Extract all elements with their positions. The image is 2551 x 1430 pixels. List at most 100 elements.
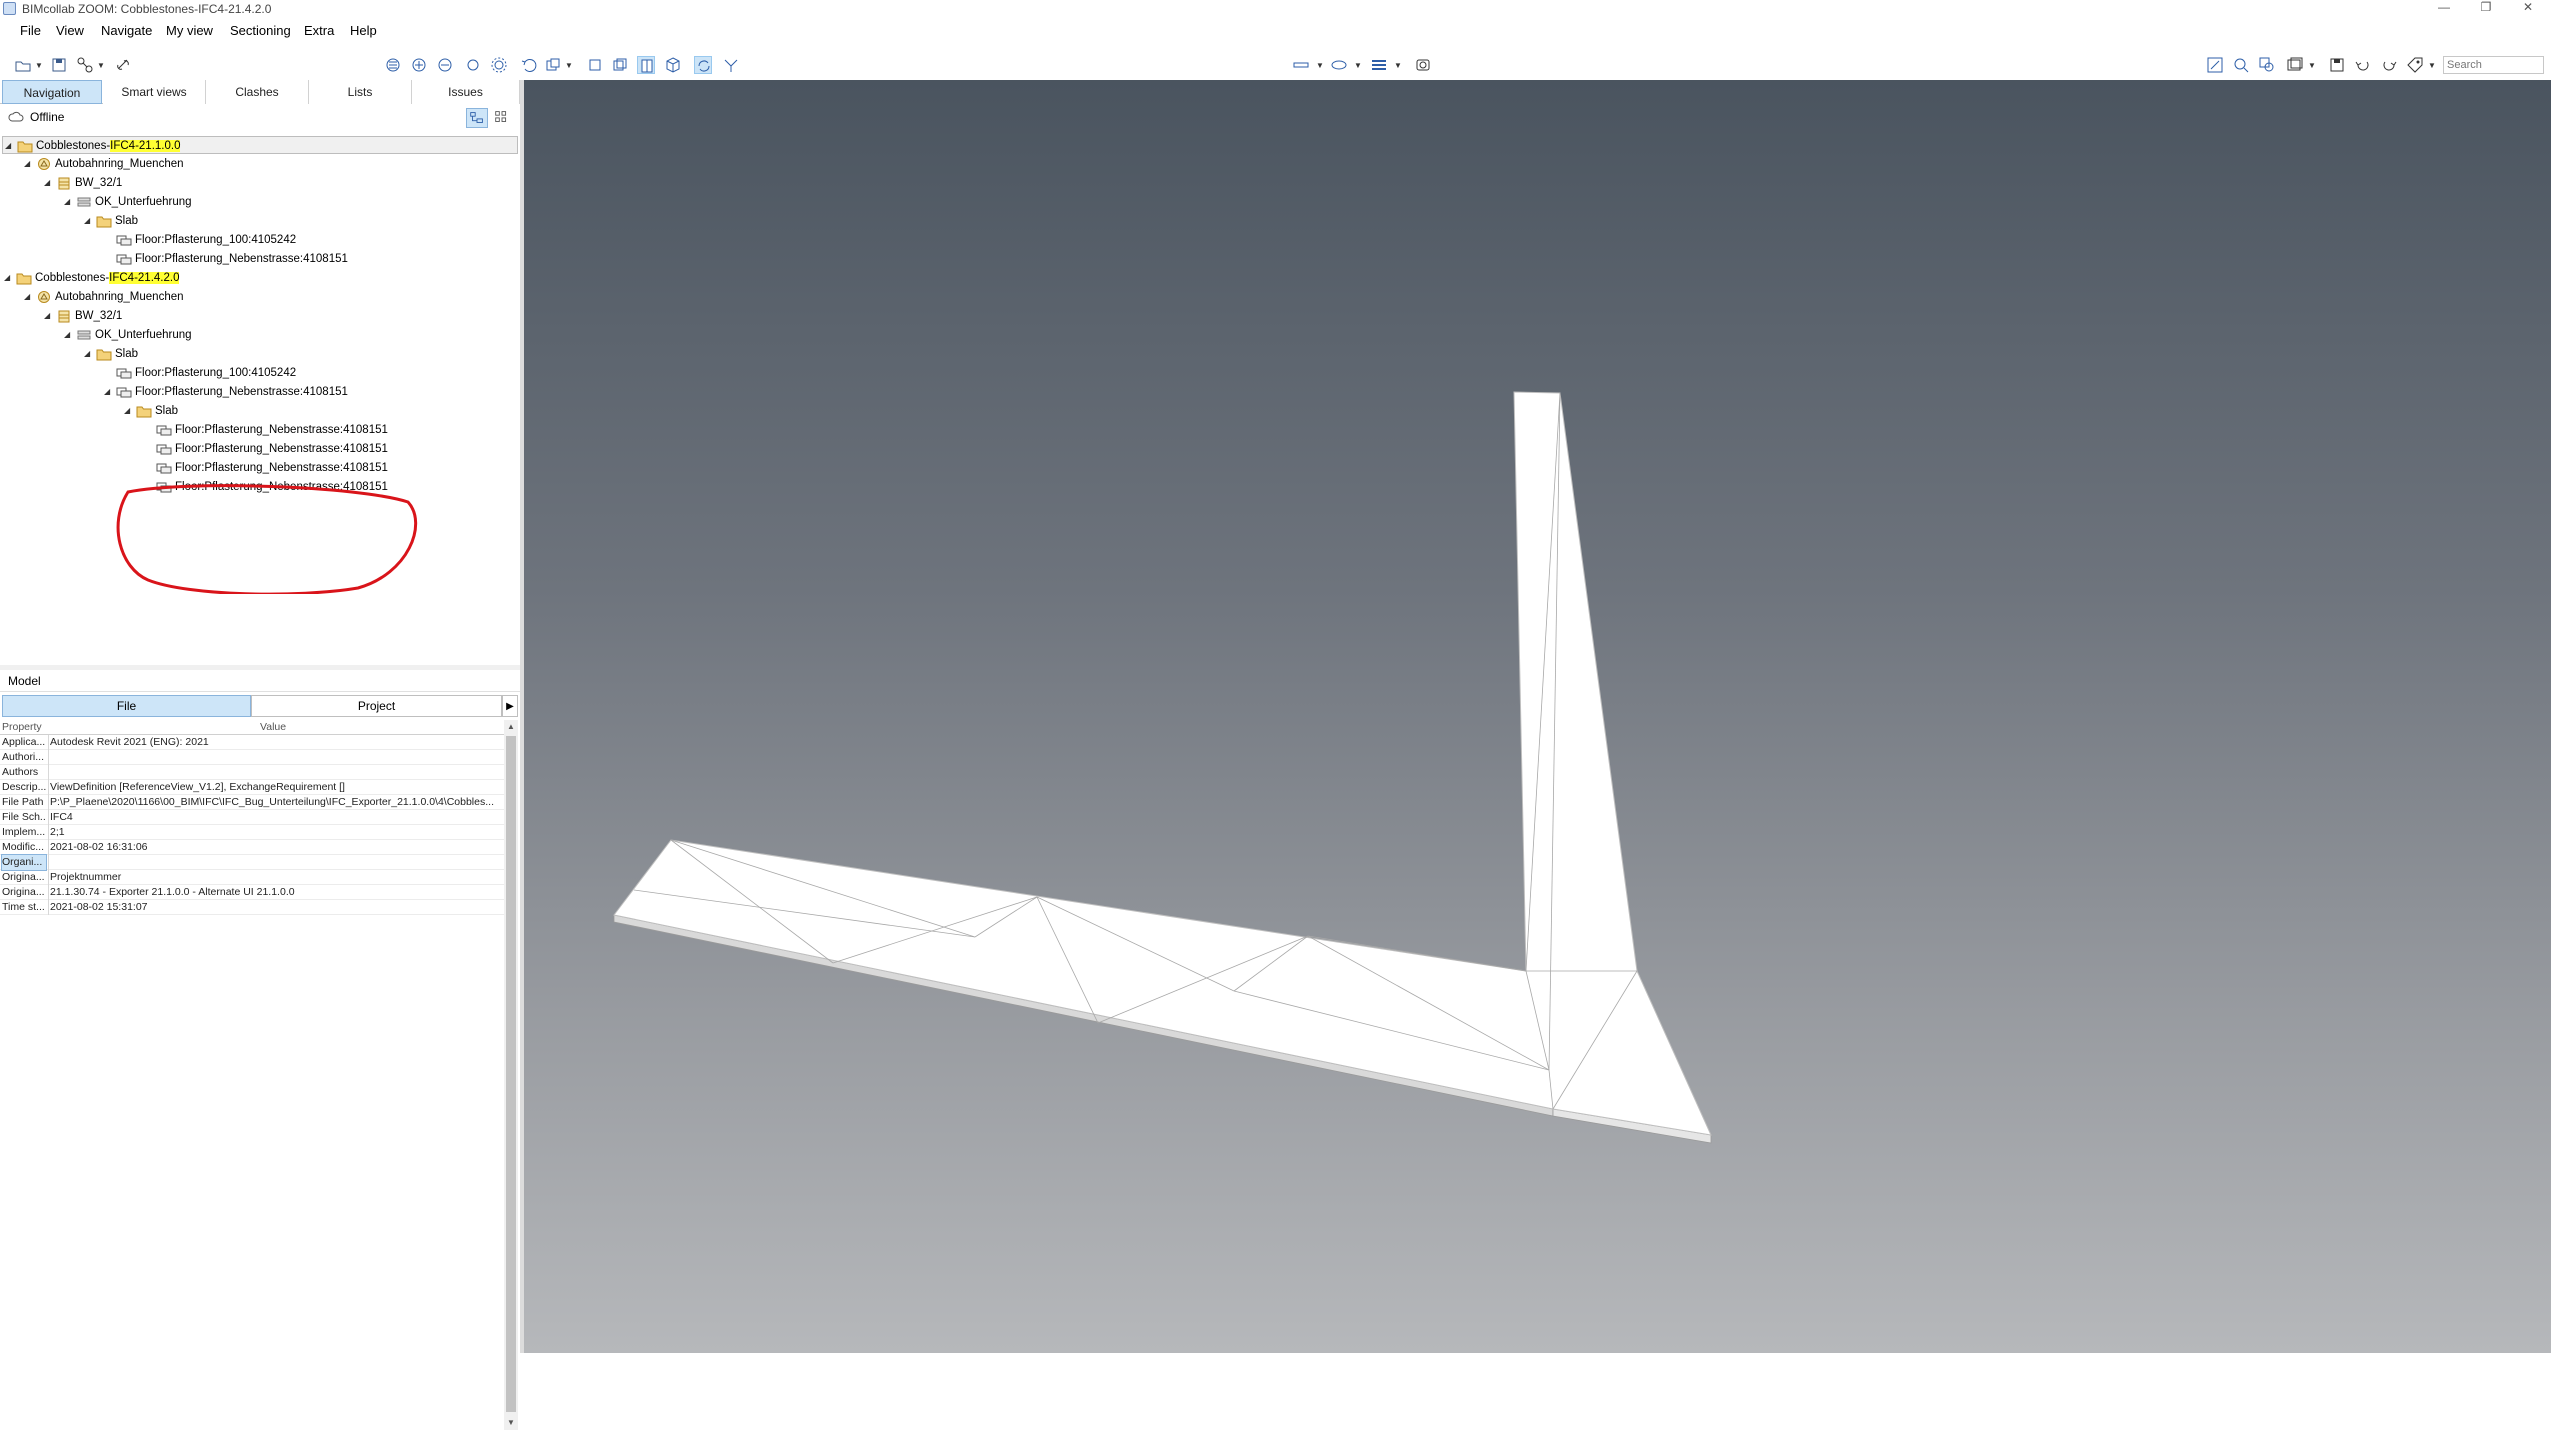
- property-scrollbar[interactable]: ▲ ▼: [504, 720, 518, 1430]
- menu-navigate[interactable]: Navigate: [101, 23, 152, 39]
- property-row[interactable]: Organi...: [0, 854, 504, 871]
- scroll-down-icon[interactable]: ▼: [504, 1416, 518, 1430]
- save-view-icon[interactable]: [2328, 56, 2346, 74]
- tree-node-label: BW_32/1: [75, 310, 123, 322]
- undo-view-icon[interactable]: [520, 56, 538, 74]
- expand-arrow-icon[interactable]: ◢: [124, 402, 134, 420]
- refresh-view-icon[interactable]: [694, 56, 712, 74]
- property-row[interactable]: Authors: [0, 765, 504, 780]
- property-row[interactable]: File Path P:\P_Plaene\2020\1166\00_BIM\IF…: [0, 795, 504, 810]
- tab-clashes[interactable]: Clashes: [206, 80, 309, 104]
- property-row[interactable]: Applica... Autodesk Revit 2021 (ENG): 202…: [0, 735, 504, 750]
- expand-arrow-icon[interactable]: ◢: [104, 383, 114, 401]
- tree-view-button[interactable]: [466, 108, 488, 128]
- rotate-left-icon[interactable]: [2354, 56, 2372, 74]
- menu-sectioning[interactable]: Sectioning: [230, 23, 291, 39]
- slab-icon: [156, 444, 172, 455]
- view-back-icon[interactable]: [611, 56, 629, 74]
- menu-my-view[interactable]: My view: [166, 23, 213, 39]
- light-icon[interactable]: [490, 56, 508, 74]
- walk-icon[interactable]: [722, 56, 740, 74]
- subtab-file[interactable]: File: [2, 695, 251, 717]
- expand-arrow-icon[interactable]: ◢: [84, 345, 94, 363]
- property-row[interactable]: Time st... 2021-08-02 15:31:07: [0, 900, 504, 915]
- property-row[interactable]: Origina... Projektnummer: [0, 870, 504, 885]
- section-icon[interactable]: [1330, 56, 1348, 74]
- expand-arrow-icon[interactable]: ◢: [44, 174, 54, 192]
- zoom-in-icon[interactable]: [410, 56, 428, 74]
- property-row[interactable]: Modific... 2021-08-02 16:31:06: [0, 840, 504, 855]
- tab-navigation[interactable]: Navigation: [2, 80, 102, 104]
- menu-help[interactable]: Help: [350, 23, 377, 39]
- tree-node[interactable]: ◢ Cobblestones-IFC4-21.1.0.0: [2, 136, 518, 154]
- open-icon[interactable]: [14, 56, 32, 74]
- expand-arrow-icon[interactable]: ◢: [84, 212, 94, 230]
- save-icon[interactable]: [50, 56, 68, 74]
- views-dropdown-icon[interactable]: ▼: [565, 62, 573, 70]
- building-icon: [58, 177, 70, 190]
- zoom-selection-icon[interactable]: [2232, 56, 2250, 74]
- subtab-project[interactable]: Project: [251, 695, 502, 717]
- open-dropdown-icon[interactable]: ▼: [35, 62, 43, 70]
- minimize-button[interactable]: —: [2426, 0, 2462, 16]
- scroll-up-icon[interactable]: ▲: [504, 720, 518, 734]
- close-button[interactable]: ✕: [2510, 0, 2546, 16]
- list-view-button[interactable]: [492, 108, 514, 128]
- rotate-right-icon[interactable]: [2380, 56, 2398, 74]
- section-dropdown-icon[interactable]: ▼: [1354, 62, 1362, 70]
- zoom-window-icon[interactable]: [2258, 56, 2276, 74]
- zoom-all-icon[interactable]: [384, 56, 402, 74]
- scroll-thumb[interactable]: [506, 736, 516, 1412]
- property-key: Origina...: [2, 871, 45, 883]
- property-value: P:\P_Plaene\2020\1166\00_BIM\IFC\IFC_Bug…: [50, 796, 494, 808]
- display-mode-icon[interactable]: [2286, 56, 2304, 74]
- menu-extra[interactable]: Extra: [304, 23, 334, 39]
- display-mode-dropdown-icon[interactable]: ▼: [2308, 62, 2316, 70]
- expand-arrow-icon[interactable]: ◢: [5, 137, 15, 155]
- view-iso-icon[interactable]: [664, 56, 682, 74]
- tag-icon[interactable]: [2406, 56, 2424, 74]
- menu-view[interactable]: View: [56, 23, 84, 39]
- orbit-icon[interactable]: [464, 56, 482, 74]
- model-tree[interactable]: ◢ Cobblestones-IFC4-21.1.0.0 ◢ Autobahnring…: [0, 136, 522, 493]
- expand-arrow-icon[interactable]: ◢: [44, 307, 54, 325]
- link-icon[interactable]: [114, 56, 132, 74]
- property-row[interactable]: Origina... 21.1.30.74 - Exporter 21.1.0.0…: [0, 885, 504, 900]
- status-row: Offline: [0, 107, 522, 129]
- expand-arrow-icon[interactable]: ◢: [4, 269, 14, 287]
- restore-button[interactable]: ❐: [2468, 0, 2504, 16]
- zoom-out-icon[interactable]: [436, 56, 454, 74]
- search-input[interactable]: [2443, 56, 2544, 74]
- menu-file[interactable]: File: [20, 23, 41, 39]
- view-front-icon[interactable]: [586, 56, 604, 74]
- chevron-right-icon[interactable]: ▶: [502, 695, 518, 717]
- tab-lists[interactable]: Lists: [309, 80, 412, 104]
- 3d-viewport[interactable]: [524, 80, 2551, 1353]
- property-row[interactable]: Authori...: [0, 750, 504, 765]
- property-row[interactable]: File Sch... IFC4: [0, 810, 504, 825]
- connect-dropdown-icon[interactable]: ▼: [97, 62, 105, 70]
- measure-dropdown-icon[interactable]: ▼: [1316, 62, 1324, 70]
- property-value: ViewDefinition [ReferenceView_V1.2], Exc…: [50, 781, 345, 793]
- measure-icon[interactable]: [1292, 56, 1310, 74]
- tab-smart-views[interactable]: Smart views: [103, 80, 206, 104]
- layers-icon[interactable]: [1370, 56, 1388, 74]
- expand-arrow-icon[interactable]: ◢: [24, 288, 34, 306]
- tag-dropdown-icon[interactable]: ▼: [2428, 62, 2436, 70]
- fit-window-icon[interactable]: [2206, 56, 2224, 74]
- tab-issues[interactable]: Issues: [412, 80, 520, 104]
- column-value[interactable]: Value: [260, 720, 286, 735]
- layers-dropdown-icon[interactable]: ▼: [1394, 62, 1402, 70]
- expand-arrow-icon[interactable]: ◢: [64, 326, 74, 344]
- offline-status: Offline: [30, 110, 65, 124]
- snapshot-icon[interactable]: [1414, 56, 1432, 74]
- expand-arrow-icon[interactable]: ◢: [24, 155, 34, 173]
- column-divider: [48, 765, 49, 780]
- column-property[interactable]: Property: [2, 720, 42, 735]
- property-row[interactable]: Implem... 2;1: [0, 825, 504, 840]
- property-row[interactable]: Descrip... ViewDefinition [ReferenceView_…: [0, 780, 504, 795]
- expand-arrow-icon[interactable]: ◢: [64, 193, 74, 211]
- connect-icon[interactable]: [76, 56, 94, 74]
- views-icon[interactable]: [544, 56, 562, 74]
- view-side-icon[interactable]: [637, 56, 655, 74]
